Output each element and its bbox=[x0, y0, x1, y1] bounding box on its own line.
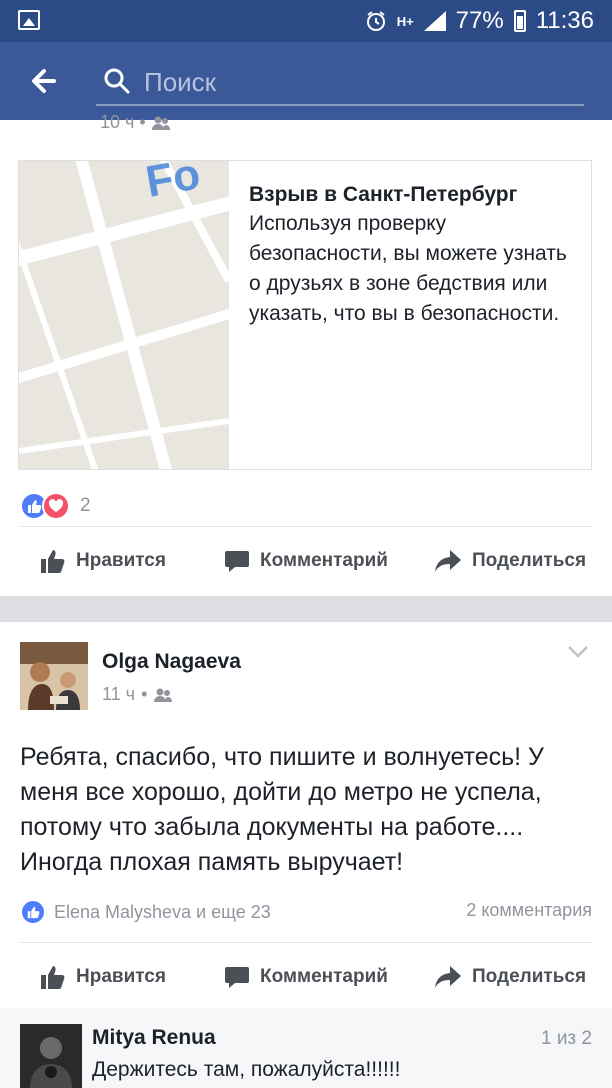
comment-button[interactable]: Комментарий bbox=[224, 526, 388, 596]
thumbs-up-icon bbox=[41, 550, 65, 573]
search-field[interactable] bbox=[96, 60, 584, 106]
status-bar: H+ 77% 11:36 bbox=[0, 0, 612, 42]
share-arrow-icon bbox=[435, 966, 461, 988]
share-button[interactable]: Поделиться bbox=[434, 942, 586, 1012]
reaction-count: 2 bbox=[80, 495, 91, 516]
love-reaction-icon bbox=[42, 492, 70, 520]
friends-icon bbox=[151, 116, 170, 131]
share-label: Поделиться bbox=[472, 966, 587, 987]
first-post-time: 10 ч bbox=[100, 112, 135, 132]
post-text: Ребята, спасибо, что пишите и волнуетесь… bbox=[20, 743, 544, 876]
likes-summary[interactable]: Elena Malysheva и еще 23 bbox=[20, 898, 271, 926]
comments-count[interactable]: 2 комментария bbox=[466, 900, 592, 921]
comment-label: Комментарий bbox=[260, 966, 388, 987]
search-input[interactable] bbox=[144, 62, 564, 102]
map-thumbnail: Fo bbox=[19, 161, 229, 469]
card-description: Используя проверку безопасности, вы може… bbox=[249, 212, 567, 325]
search-header bbox=[0, 42, 612, 120]
share-arrow-icon bbox=[435, 550, 461, 572]
share-button[interactable]: Поделиться bbox=[434, 526, 586, 596]
comment-icon bbox=[225, 551, 249, 572]
post-actions: Нравится Комментарий Поделиться bbox=[0, 942, 612, 1012]
likes-text: Elena Malysheva и еще 23 bbox=[54, 901, 271, 922]
comment-label: Комментарий bbox=[260, 550, 388, 571]
feed-separator bbox=[0, 596, 612, 622]
arrow-left-icon bbox=[32, 69, 56, 93]
gallery-notification-icon bbox=[18, 10, 40, 30]
comment-preview[interactable]: Mitya Renua 1 из 2 Держитесь там, пожалу… bbox=[0, 1008, 612, 1088]
reactions-summary[interactable]: 2 bbox=[20, 490, 91, 522]
first-post-meta: 10 ч • bbox=[100, 112, 171, 133]
post-actions: Нравится Комментарий Поделиться bbox=[0, 526, 612, 596]
like-reaction-icon bbox=[20, 899, 46, 925]
chevron-down-icon[interactable] bbox=[566, 642, 590, 662]
share-label: Поделиться bbox=[472, 550, 587, 571]
post-author[interactable]: Olga Nagaeva bbox=[102, 650, 241, 674]
post-time[interactable]: 11 ч bbox=[102, 684, 135, 705]
like-label: Нравится bbox=[76, 966, 166, 987]
comment-icon bbox=[225, 967, 249, 988]
search-icon bbox=[104, 68, 130, 94]
card-title: Взрыв в Санкт-Петербург bbox=[249, 183, 518, 206]
network-type-icon: H+ bbox=[396, 13, 414, 29]
friends-icon bbox=[154, 688, 173, 702]
alarm-icon bbox=[365, 10, 387, 32]
back-button[interactable] bbox=[22, 60, 68, 102]
safety-check-card[interactable]: Fo Взрыв в Санкт-Петербург Используя про… bbox=[18, 160, 592, 470]
like-button[interactable]: Нравится bbox=[40, 526, 166, 596]
comment-author[interactable]: Mitya Renua bbox=[92, 1026, 216, 1050]
signal-icon bbox=[423, 11, 446, 31]
post-meta: 11 ч • bbox=[102, 684, 173, 705]
avatar[interactable] bbox=[20, 642, 88, 710]
battery-percent: 77% bbox=[455, 7, 504, 34]
comment-text: Держитесь там, пожалуйста!!!!!! bbox=[92, 1058, 401, 1081]
facebook-app-screen: H+ 77% 11:36 10 ч • bbox=[0, 0, 612, 1088]
thumbs-up-icon bbox=[41, 966, 65, 989]
commenter-avatar[interactable] bbox=[20, 1024, 82, 1088]
comment-pager: 1 из 2 bbox=[540, 1028, 592, 1049]
like-button[interactable]: Нравится bbox=[40, 942, 166, 1012]
comment-button[interactable]: Комментарий bbox=[224, 942, 388, 1012]
clock: 11:36 bbox=[535, 7, 594, 34]
like-label: Нравится bbox=[76, 550, 166, 571]
battery-icon bbox=[513, 10, 526, 32]
